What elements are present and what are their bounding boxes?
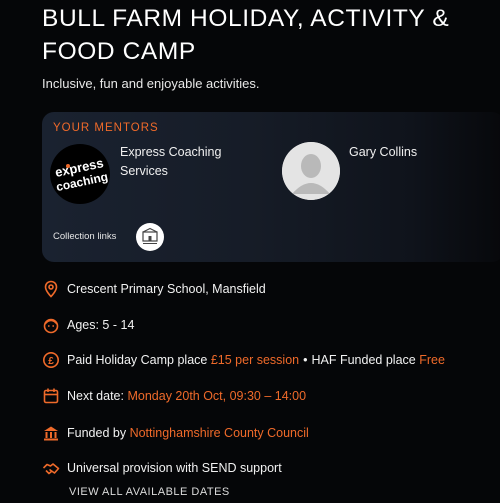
pound-icon: £	[42, 351, 60, 369]
paid-label: Paid Holiday Camp place	[67, 353, 208, 367]
bank-icon	[42, 424, 60, 442]
info-price: £ Paid Holiday Camp place £15 per sessio…	[42, 349, 445, 371]
default-avatar-icon	[282, 142, 340, 200]
mentor-name-gary[interactable]: Gary Collins	[349, 143, 417, 162]
page-title: BULL FARM HOLIDAY, ACTIVITY & FOOD CAMP	[42, 5, 450, 65]
info-next-date: Next date: Monday 20th Oct, 09:30 – 14:0…	[42, 385, 306, 407]
funded-value[interactable]: Nottinghamshire County Council	[130, 426, 309, 440]
collection-link-badge[interactable]	[136, 223, 164, 251]
provision-text: Universal provision with SEND support	[67, 461, 282, 475]
info-funded-by: Funded by Nottinghamshire County Council	[42, 422, 309, 444]
price-separator: •	[303, 353, 308, 367]
logo-accent-dot	[66, 164, 70, 168]
haf-label: HAF Funded place	[311, 353, 416, 367]
mentors-heading: YOUR MENTORS	[53, 122, 159, 134]
calendar-icon	[42, 387, 60, 405]
info-location: Crescent Primary School, Mansfield	[42, 278, 266, 300]
handshake-icon	[42, 459, 60, 477]
mentor-name-express[interactable]: Express Coaching Services	[120, 143, 221, 181]
next-date-label: Next date:	[67, 389, 124, 403]
info-ages: Ages: 5 - 14	[42, 314, 134, 336]
mentors-card: YOUR MENTORS express coaching Express Co…	[42, 112, 500, 262]
avatar-gary-collins[interactable]	[282, 142, 340, 200]
page-subtitle: Inclusive, fun and enjoyable activities.	[42, 76, 260, 91]
paid-price: £15 per session	[210, 353, 300, 367]
view-all-dates-link[interactable]: VIEW ALL AVAILABLE DATES	[69, 486, 230, 498]
svg-text:£: £	[48, 356, 54, 367]
ages-text: Ages: 5 - 14	[67, 318, 135, 332]
child-face-icon	[42, 316, 60, 334]
collection-links-label: Collection links	[53, 231, 117, 242]
express-coaching-logo[interactable]: express coaching	[50, 144, 110, 204]
location-text: Crescent Primary School, Mansfield	[67, 282, 266, 296]
location-pin-icon	[42, 280, 60, 298]
school-badge-icon	[142, 227, 158, 244]
next-date-value: Monday 20th Oct, 09:30 – 14:00	[127, 389, 307, 403]
funded-label: Funded by	[67, 426, 127, 440]
info-provision: Universal provision with SEND support	[42, 457, 282, 479]
mentor-name-line-1: Express Coaching	[120, 145, 222, 159]
haf-price: Free	[419, 353, 445, 367]
mentor-name-line-2: Services	[120, 164, 168, 178]
